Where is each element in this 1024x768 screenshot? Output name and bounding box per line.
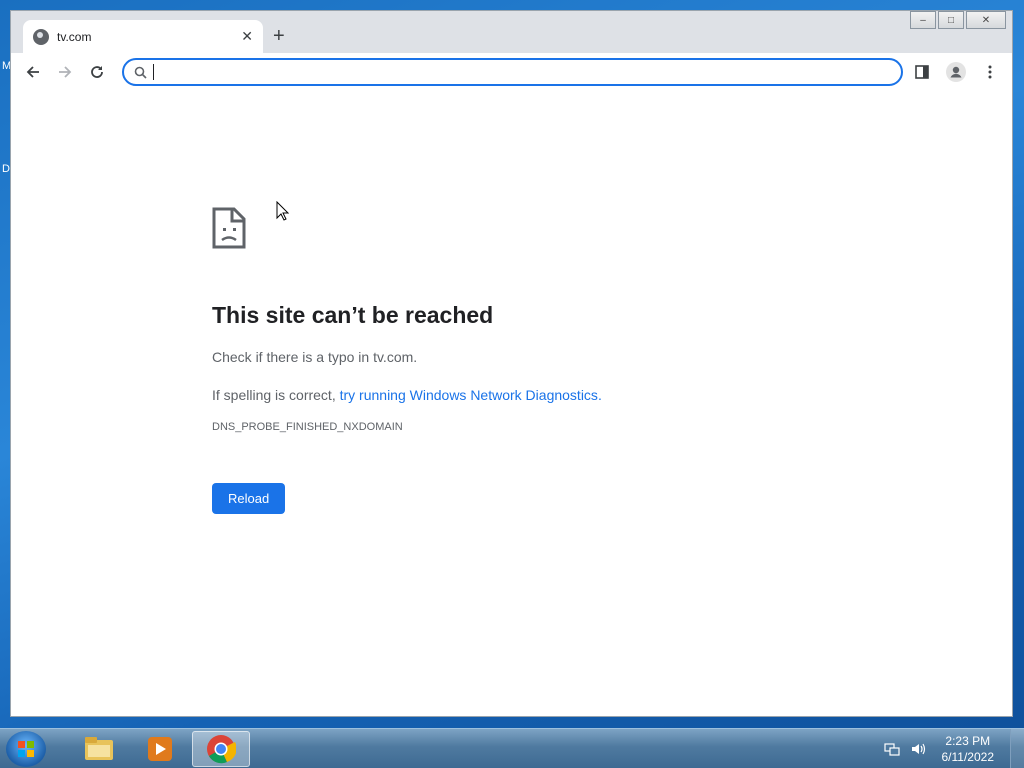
side-panel-icon [915,65,929,79]
error-hint-diagnostics: If spelling is correct, try running Wind… [212,387,812,403]
network-icon[interactable] [883,741,900,757]
browser-window: – □ ✕ tv.com ✕ + This site can’t be reac… [10,10,1013,717]
toolbar [11,53,1012,90]
clock-time: 2:23 PM [945,734,991,748]
back-arrow-icon [26,65,39,78]
side-panel-button[interactable] [908,58,936,86]
taskbar-media-player[interactable] [131,731,189,767]
text-caret [153,64,154,80]
forward-arrow-icon [59,65,72,78]
maximize-button[interactable]: □ [938,11,964,29]
taskbar: 2:23 PM 6/11/2022 [0,728,1024,768]
sad-page-icon [212,207,246,249]
tab-strip: – □ ✕ tv.com ✕ + [11,11,1012,53]
error-panel: This site can’t be reached Check if ther… [212,207,812,514]
search-icon [134,66,147,79]
toolbar-right [908,58,1004,86]
diagnostics-suffix: . [597,387,602,403]
profile-button[interactable] [942,58,970,86]
globe-icon [33,28,49,45]
address-input[interactable] [164,64,901,80]
mouse-cursor-icon [276,201,290,221]
tab-close-icon[interactable]: ✕ [241,28,253,45]
show-desktop-button[interactable] [1010,729,1024,768]
refresh-icon [91,65,103,78]
folder-icon [85,736,113,760]
address-bar[interactable] [122,58,903,86]
media-player-icon [148,736,172,761]
volume-icon[interactable] [910,741,926,757]
tab-title: tv.com [57,29,92,44]
error-hint-typo: Check if there is a typo in tv.com. [212,349,418,365]
diagnostics-prefix: If spelling is correct, [212,387,340,403]
taskbar-file-explorer[interactable] [70,731,128,767]
reload-nav-button[interactable] [83,58,111,86]
error-title: This site can’t be reached [212,302,494,328]
error-code: DNS_PROBE_FINISHED_NXDOMAIN [212,421,403,433]
menu-button[interactable] [976,58,1004,86]
minimize-button[interactable]: – [910,11,936,29]
reload-button[interactable]: Reload [212,483,286,514]
clock[interactable]: 2:23 PM 6/11/2022 [942,733,995,765]
new-tab-button[interactable]: + [273,25,285,48]
forward-button[interactable] [51,58,79,86]
kebab-menu-icon [988,65,992,79]
back-button[interactable] [19,58,47,86]
clock-date: 6/11/2022 [941,750,995,764]
diagnostics-link[interactable]: try running Windows Network Diagnostics [340,387,598,403]
taskbar-chrome[interactable] [192,730,250,767]
profile-avatar-icon [946,62,966,82]
close-window-button[interactable]: ✕ [966,11,1006,29]
system-tray: 2:23 PM 6/11/2022 [883,729,995,768]
chrome-icon [207,734,236,763]
page-content: This site can’t be reached Check if ther… [11,90,1012,716]
tab-active[interactable]: tv.com ✕ [23,20,263,53]
start-button[interactable] [6,730,46,767]
window-controls: – □ ✕ [910,11,1006,29]
desktop-icon-label-d: D [2,163,10,175]
windows-logo-icon [18,740,34,757]
